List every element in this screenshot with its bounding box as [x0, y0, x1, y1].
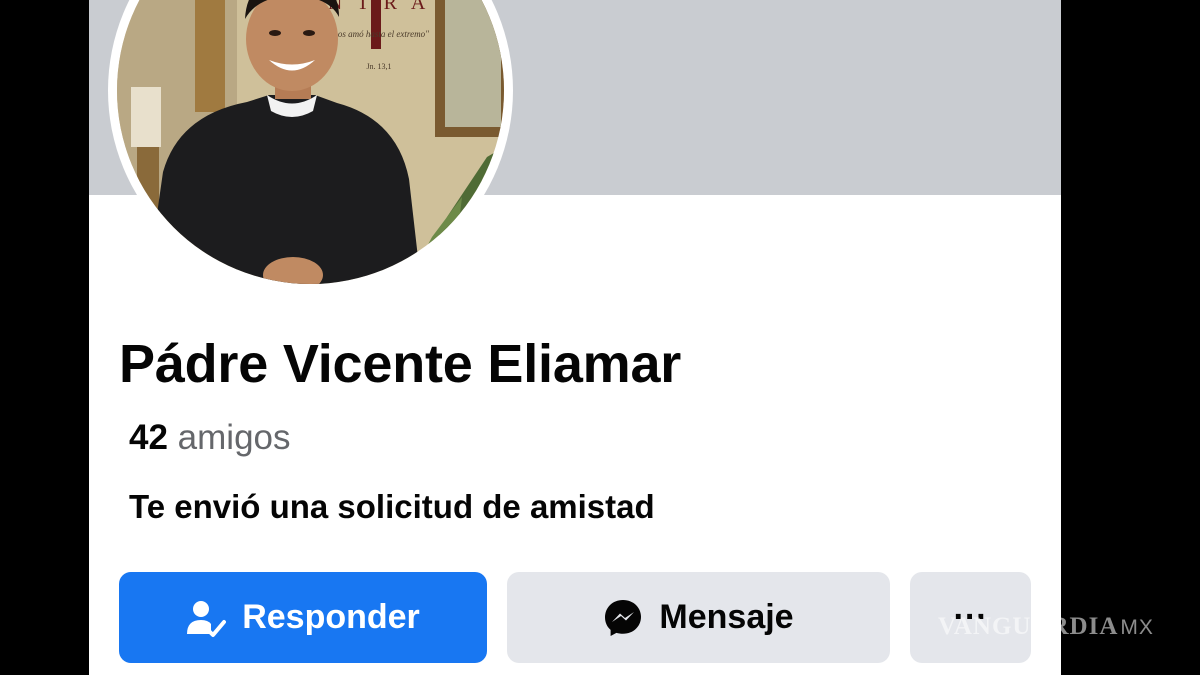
- photo-frame-inner: [445, 0, 501, 127]
- watermark-brand: VANGUARDIA: [938, 613, 1119, 640]
- photo-sign-reference: Jn. 13,1: [366, 62, 391, 71]
- messenger-icon: [603, 598, 643, 638]
- watermark-suffix: MX: [1120, 616, 1154, 639]
- photo-statue: [195, 0, 225, 112]
- respond-button[interactable]: Responder: [119, 572, 487, 663]
- profile-photo-illustration: N T R A "Los amó hasta el extremo" Jn. 1…: [117, 0, 504, 284]
- watermark: VANGUARDIAMX: [938, 613, 1154, 641]
- message-button-label: Mensaje: [659, 598, 794, 636]
- message-button[interactable]: Mensaje: [507, 572, 890, 663]
- respond-button-label: Responder: [242, 598, 420, 636]
- photo-candle: [131, 87, 161, 147]
- friends-count: 42: [129, 418, 168, 457]
- friends-count-link[interactable]: 42 amigos: [129, 418, 291, 458]
- photo-sign-motto: "Los amó hasta el extremo": [329, 29, 429, 39]
- profile-card: N T R A "Los amó hasta el extremo" Jn. 1…: [89, 0, 1061, 675]
- profile-picture-ring: N T R A "Los amó hasta el extremo" Jn. 1…: [108, 0, 513, 293]
- friends-label: amigos: [177, 418, 291, 457]
- screenshot-frame: N T R A "Los amó hasta el extremo" Jn. 1…: [0, 0, 1200, 675]
- photo-left-eye: [269, 30, 281, 36]
- friend-request-status: Te envió una solicitud de amistad: [129, 488, 655, 525]
- photo-sign-cross: [371, 0, 381, 49]
- profile-picture[interactable]: N T R A "Los amó hasta el extremo" Jn. 1…: [117, 0, 504, 284]
- profile-name: Pádre Vicente Eliamar: [119, 334, 682, 394]
- photo-right-eye: [303, 30, 315, 36]
- user-check-icon: [186, 598, 227, 638]
- photo-candle-stand: [137, 147, 159, 247]
